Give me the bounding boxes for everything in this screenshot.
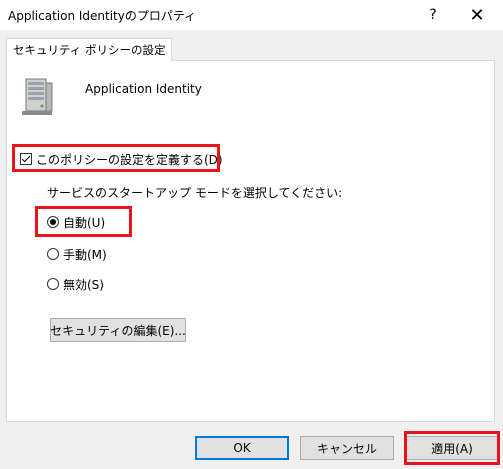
window-title: Application Identityのプロパティ xyxy=(8,9,197,23)
radio-disabled[interactable]: 無効(S) xyxy=(47,275,104,293)
cancel-button[interactable]: キャンセル xyxy=(300,436,394,460)
highlight-box-automatic xyxy=(35,206,132,237)
radio-disabled-label[interactable]: 無効(S) xyxy=(63,276,104,293)
radio-manual-label[interactable]: 手動(M) xyxy=(63,246,107,263)
service-name: Application Identity xyxy=(85,82,202,96)
server-icon xyxy=(22,78,53,115)
radio-manual-button[interactable] xyxy=(47,248,59,260)
radio-manual[interactable]: 手動(M) xyxy=(47,245,107,263)
highlight-box-define xyxy=(12,144,220,172)
ok-button[interactable]: OK xyxy=(195,436,289,460)
edit-security-button[interactable]: セキュリティの編集(E)... xyxy=(50,318,186,342)
tab-panel xyxy=(6,60,495,422)
tab-security-policy[interactable]: セキュリティ ポリシーの設定 xyxy=(6,38,173,61)
title-bar: Application Identityのプロパティ ? ✕ xyxy=(0,0,503,30)
highlight-box-apply xyxy=(404,431,500,465)
radio-disabled-button[interactable] xyxy=(47,278,59,290)
close-button[interactable]: ✕ xyxy=(457,1,497,29)
help-button[interactable]: ? xyxy=(419,1,447,29)
startup-mode-prompt: サービスのスタートアップ モードを選択してください: xyxy=(47,186,343,200)
